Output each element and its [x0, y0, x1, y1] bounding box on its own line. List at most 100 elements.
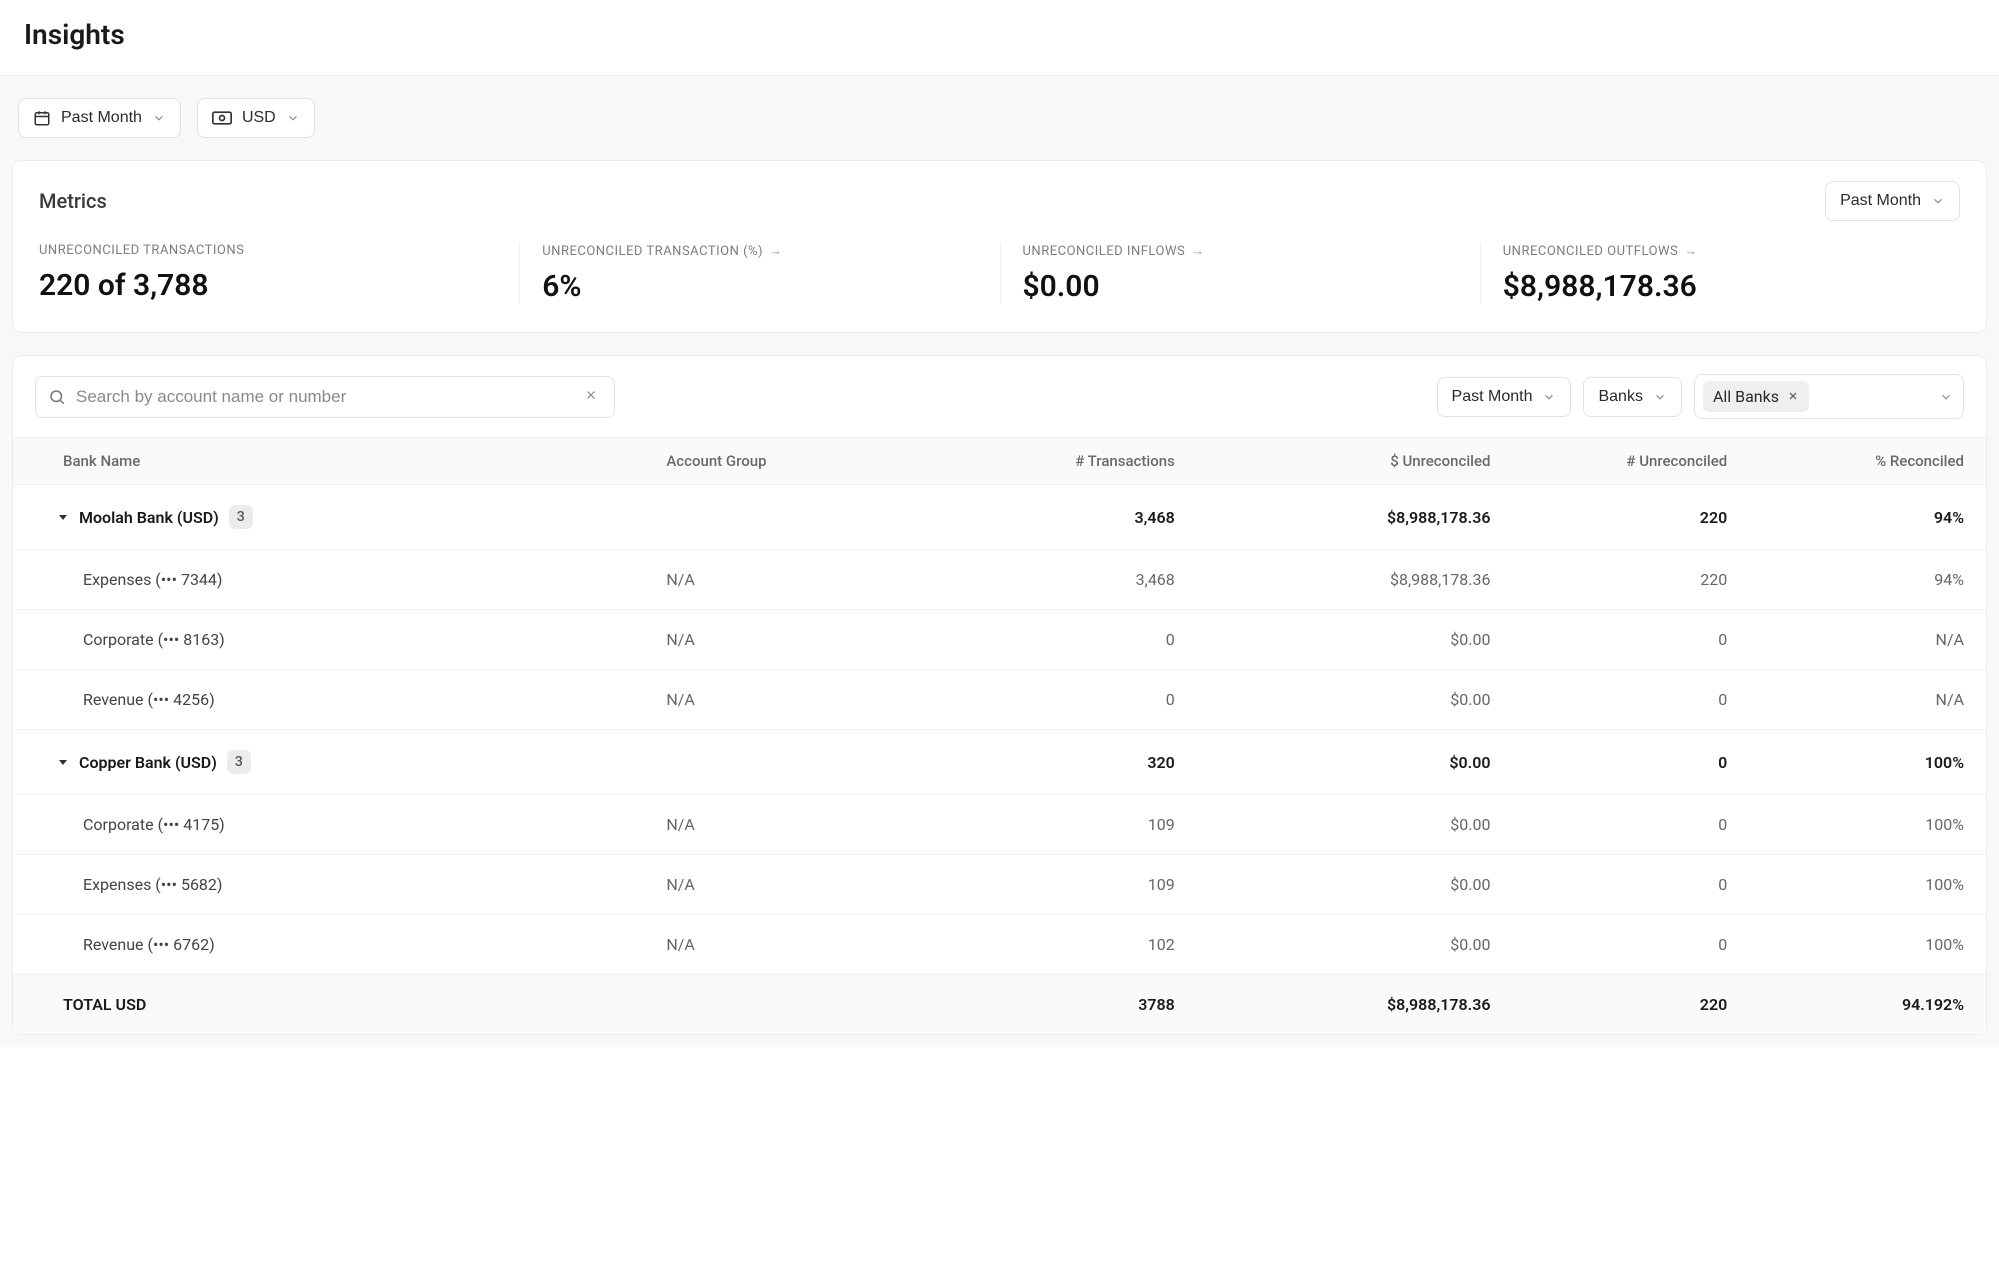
- total-label: TOTAL USD: [13, 975, 644, 1035]
- row-pct-reconciled: N/A: [1749, 610, 1986, 670]
- table-row[interactable]: Corporate (••• 8163)N/A0$0.000N/A: [13, 610, 1986, 670]
- row-num-unreconciled: 0: [1512, 670, 1749, 730]
- row-transactions: 102: [921, 915, 1197, 975]
- group-dollar-unreconciled: $0.00: [1197, 730, 1513, 795]
- row-num-unreconciled: 0: [1512, 915, 1749, 975]
- col-num-unreconciled[interactable]: # Unreconciled: [1512, 438, 1749, 485]
- total-num-unreconciled: 220: [1512, 975, 1749, 1035]
- currency-selector[interactable]: USD: [197, 98, 315, 138]
- account-count-badge: 3: [229, 505, 253, 529]
- account-name: Revenue (••• 6762): [13, 915, 644, 975]
- row-dollar-unreconciled: $0.00: [1197, 855, 1513, 915]
- col-bank-name[interactable]: Bank Name: [13, 438, 644, 485]
- banks-table-card: Past Month Banks All Banks: [12, 355, 1987, 1035]
- table-group-row[interactable]: Moolah Bank (USD)33,468$8,988,178.362209…: [13, 485, 1986, 550]
- search-icon: [48, 388, 66, 406]
- metric-label: UNRECONCILED TRANSACTIONS: [39, 243, 244, 258]
- arrow-right-icon: →: [769, 243, 783, 259]
- table-date-filter[interactable]: Past Month: [1437, 377, 1572, 417]
- row-pct-reconciled: 100%: [1749, 795, 1986, 855]
- account-name: Corporate (••• 8163): [13, 610, 644, 670]
- chevron-down-icon: [1931, 194, 1945, 208]
- chevron-down-icon: [286, 111, 300, 125]
- row-num-unreconciled: 0: [1512, 795, 1749, 855]
- total-pct-reconciled: 94.192%: [1749, 975, 1986, 1035]
- table-date-filter-label: Past Month: [1452, 388, 1533, 406]
- search-field-wrap[interactable]: [35, 376, 615, 418]
- table-row[interactable]: Corporate (••• 4175)N/A109$0.000100%: [13, 795, 1986, 855]
- calendar-icon: [33, 109, 51, 127]
- metric-unreconciled-inflows[interactable]: UNRECONCILED INFLOWS → $0.00: [1000, 243, 1480, 304]
- table-total-row: TOTAL USD 3788 $8,988,178.36 220 94.192%: [13, 975, 1986, 1035]
- group-transactions: 320: [921, 730, 1197, 795]
- group-pct-reconciled: 94%: [1749, 485, 1986, 550]
- col-dollar-unreconciled[interactable]: $ Unreconciled: [1197, 438, 1513, 485]
- table-bank-filter[interactable]: All Banks: [1694, 374, 1964, 419]
- currency-label: USD: [242, 109, 276, 127]
- caret-down-icon: [57, 753, 69, 772]
- group-transactions: 3,468: [921, 485, 1197, 550]
- chevron-down-icon: [1542, 390, 1556, 404]
- row-dollar-unreconciled: $0.00: [1197, 670, 1513, 730]
- chip-remove-icon[interactable]: [1787, 387, 1799, 406]
- metric-label: UNRECONCILED INFLOWS: [1023, 244, 1186, 259]
- currency-icon: [212, 111, 232, 125]
- metrics-range-selector[interactable]: Past Month: [1825, 181, 1960, 221]
- table-row[interactable]: Expenses (••• 7344)N/A3,468$8,988,178.36…: [13, 550, 1986, 610]
- account-group: N/A: [644, 550, 920, 610]
- chevron-down-icon: [152, 111, 166, 125]
- metric-value: $0.00: [1023, 269, 1458, 304]
- arrow-right-icon: →: [1684, 243, 1698, 259]
- table-category-filter[interactable]: Banks: [1583, 377, 1681, 417]
- date-range-label: Past Month: [61, 109, 142, 127]
- total-dollar-unreconciled: $8,988,178.36: [1197, 975, 1513, 1035]
- account-group: N/A: [644, 670, 920, 730]
- metric-unreconciled-transactions: UNRECONCILED TRANSACTIONS 220 of 3,788: [39, 243, 519, 304]
- account-group: N/A: [644, 610, 920, 670]
- row-transactions: 0: [921, 610, 1197, 670]
- metric-value: $8,988,178.36: [1503, 269, 1938, 304]
- group-num-unreconciled: 220: [1512, 485, 1749, 550]
- metric-label: UNRECONCILED TRANSACTION (%): [542, 244, 763, 259]
- row-pct-reconciled: 94%: [1749, 550, 1986, 610]
- page-title: Insights: [24, 18, 1975, 51]
- row-dollar-unreconciled: $0.00: [1197, 915, 1513, 975]
- table-row[interactable]: Revenue (••• 6762)N/A102$0.000100%: [13, 915, 1986, 975]
- clear-search-icon[interactable]: [580, 388, 602, 406]
- row-num-unreconciled: 220: [1512, 550, 1749, 610]
- table-row[interactable]: Revenue (••• 4256)N/A0$0.000N/A: [13, 670, 1986, 730]
- col-pct-reconciled[interactable]: % Reconciled: [1749, 438, 1986, 485]
- row-dollar-unreconciled: $0.00: [1197, 795, 1513, 855]
- row-pct-reconciled: N/A: [1749, 670, 1986, 730]
- row-transactions: 109: [921, 855, 1197, 915]
- account-name: Expenses (••• 5682): [13, 855, 644, 915]
- row-pct-reconciled: 100%: [1749, 855, 1986, 915]
- table-header-row: Bank Name Account Group # Transactions $…: [13, 438, 1986, 485]
- account-name: Revenue (••• 4256): [13, 670, 644, 730]
- metric-unreconciled-percent[interactable]: UNRECONCILED TRANSACTION (%) → 6%: [519, 243, 999, 304]
- table-group-row[interactable]: Copper Bank (USD)3320$0.000100%: [13, 730, 1986, 795]
- row-transactions: 0: [921, 670, 1197, 730]
- table-row[interactable]: Expenses (••• 5682)N/A109$0.000100%: [13, 855, 1986, 915]
- date-range-selector[interactable]: Past Month: [18, 98, 181, 138]
- col-num-transactions[interactable]: # Transactions: [921, 438, 1197, 485]
- account-count-badge: 3: [227, 750, 251, 774]
- bank-filter-chip: All Banks: [1703, 381, 1809, 412]
- account-group: N/A: [644, 915, 920, 975]
- metrics-card: Metrics Past Month UNRECONCILED TRANSACT…: [12, 160, 1987, 333]
- bank-name: Copper Bank (USD): [79, 753, 217, 772]
- metric-label: UNRECONCILED OUTFLOWS: [1503, 244, 1679, 259]
- bank-filter-chip-label: All Banks: [1713, 387, 1779, 406]
- account-name: Corporate (••• 4175): [13, 795, 644, 855]
- metric-unreconciled-outflows[interactable]: UNRECONCILED OUTFLOWS → $8,988,178.36: [1480, 243, 1960, 304]
- account-group: N/A: [644, 795, 920, 855]
- row-transactions: 109: [921, 795, 1197, 855]
- metric-value: 220 of 3,788: [39, 268, 497, 303]
- col-account-group[interactable]: Account Group: [644, 438, 920, 485]
- caret-down-icon: [57, 508, 69, 527]
- row-dollar-unreconciled: $8,988,178.36: [1197, 550, 1513, 610]
- metric-value: 6%: [542, 269, 977, 304]
- chevron-down-icon: [1819, 390, 1953, 404]
- search-input[interactable]: [76, 387, 570, 407]
- account-name: Expenses (••• 7344): [13, 550, 644, 610]
